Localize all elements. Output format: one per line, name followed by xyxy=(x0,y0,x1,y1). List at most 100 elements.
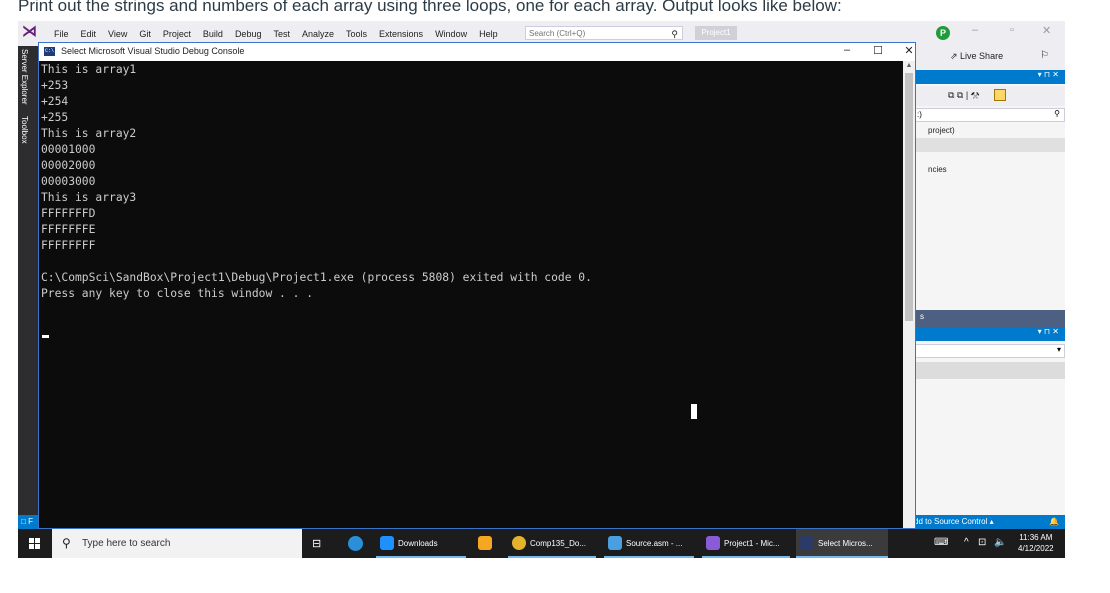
menu-item-extensions[interactable]: Extensions xyxy=(373,29,429,39)
screenshot: ⋊ File Edit View Git Project Build Debug… xyxy=(18,21,1065,558)
console-scrollbar[interactable]: ▲ xyxy=(903,61,915,528)
solution-selected-row[interactable] xyxy=(914,138,1065,152)
console-line: +253 xyxy=(41,79,69,92)
project-title-badge: Project1 xyxy=(695,26,737,40)
console-line: FFFFFFFD xyxy=(41,207,96,220)
server-explorer-tab[interactable]: Server Explorer xyxy=(20,49,29,105)
menu-item-help[interactable]: Help xyxy=(473,29,504,39)
console-line: This is array3 xyxy=(41,191,137,204)
visual-studio-icon xyxy=(706,536,720,550)
notepad-icon xyxy=(608,536,622,550)
console-line: 00003000 xyxy=(41,175,96,188)
solution-explorer-header: ▾ ⊓ ✕ xyxy=(914,70,1065,84)
properties-pane: ▾ ⊓ ✕ ▾ xyxy=(914,327,1065,515)
menu-item-project[interactable]: Project xyxy=(157,29,197,39)
menu-item-test[interactable]: Test xyxy=(267,29,296,39)
live-share-bar: ⇗ Live Share ⚐ xyxy=(914,46,1065,69)
notification-bell-icon[interactable]: 🔔 xyxy=(1049,515,1059,529)
console-line: FFFFFFFE xyxy=(41,223,96,236)
status-right: dd to Source Control ▴ 🔔 xyxy=(914,515,1065,529)
console-title-bar[interactable]: C:\ Select Microsoft Visual Studio Debug… xyxy=(39,43,915,61)
console-line: This is array1 xyxy=(41,63,137,76)
scrollbar-thumb[interactable] xyxy=(905,73,913,321)
taskbar-app-console[interactable]: Select Micros... xyxy=(796,529,888,558)
taskbar-search-input[interactable]: ⚲ Type here to search xyxy=(52,529,302,558)
menu-item-build[interactable]: Build xyxy=(197,29,229,39)
mouse-ibeam-cursor xyxy=(691,404,697,419)
dependencies-item[interactable]: ncies xyxy=(928,165,947,174)
menu-item-view[interactable]: View xyxy=(102,29,133,39)
running-indicator xyxy=(604,556,694,558)
menu-item-window[interactable]: Window xyxy=(429,29,473,39)
pane-splitter-tab[interactable]: s xyxy=(914,310,1065,327)
running-indicator xyxy=(508,556,596,558)
solution-item[interactable]: project) xyxy=(928,126,955,135)
network-icon[interactable]: ⊡ xyxy=(978,537,986,548)
status-left-icon: □ xyxy=(21,517,26,526)
properties-selected-row[interactable] xyxy=(914,362,1065,379)
volume-icon[interactable]: 🔈 xyxy=(994,537,1006,548)
close-icon[interactable]: ✕ xyxy=(899,44,919,57)
taskbar-clock[interactable]: 11:36 AM 4/12/2022 xyxy=(1018,532,1054,554)
taskbar-search-placeholder: Type here to search xyxy=(82,538,171,549)
taskbar-app-visual-studio[interactable]: Project1 - Mic... xyxy=(702,529,790,558)
search-icon: ⚲ xyxy=(62,536,71,550)
clock-time: 11:36 AM xyxy=(1019,533,1053,542)
download-icon xyxy=(380,536,394,550)
menu-item-analyze[interactable]: Analyze xyxy=(296,29,340,39)
vs-restore-icon[interactable]: ▫ xyxy=(1010,24,1014,36)
live-share-label: Live Share xyxy=(960,51,1004,61)
properties-icon[interactable] xyxy=(994,89,1006,101)
menu-item-tools[interactable]: Tools xyxy=(340,29,373,39)
taskbar-app-downloads[interactable]: Downloads xyxy=(376,529,466,558)
feedback-icon[interactable]: ⚐ xyxy=(1040,50,1049,61)
search-icon: ⚲ xyxy=(671,29,678,39)
status-left-text: F xyxy=(28,517,33,526)
vs-close-icon[interactable]: ✕ xyxy=(1042,24,1051,37)
solution-toolbar: ⧉ ⧉ | ⚒ xyxy=(914,86,1065,106)
store-icon xyxy=(478,536,492,550)
running-indicator xyxy=(376,556,466,558)
console-line: 00002000 xyxy=(41,159,96,172)
console-line: 00001000 xyxy=(41,143,96,156)
chrome-icon xyxy=(512,536,526,550)
vs-minimize-icon[interactable]: – xyxy=(972,24,978,36)
taskbar-app-label: Select Micros... xyxy=(818,539,873,548)
avatar[interactable]: P xyxy=(936,26,950,40)
running-indicator xyxy=(796,556,888,558)
source-control-button[interactable]: dd to Source Control ▴ xyxy=(914,517,994,526)
keyboard-icon[interactable]: ⌨ xyxy=(934,537,948,548)
task-view-icon[interactable]: ⊟ xyxy=(312,537,321,558)
start-button[interactable] xyxy=(18,529,52,558)
taskbar-app-store[interactable] xyxy=(474,529,502,558)
menu-item-debug[interactable]: Debug xyxy=(229,29,268,39)
live-share-button[interactable]: ⇗ Live Share xyxy=(950,51,1003,62)
properties-dropdown[interactable]: ▾ xyxy=(914,344,1065,358)
scroll-up-icon[interactable]: ▲ xyxy=(903,61,915,71)
debug-console-window[interactable]: C:\ Select Microsoft Visual Studio Debug… xyxy=(38,42,916,529)
edge-icon[interactable] xyxy=(348,536,363,551)
chevron-up-icon[interactable]: ^ xyxy=(964,537,969,548)
console-line: +255 xyxy=(41,111,69,124)
toolbar-icons[interactable]: ⧉ ⧉ | ⚒ xyxy=(948,90,979,101)
windows-logo-icon xyxy=(29,538,40,549)
vs-search-input[interactable]: Search (Ctrl+Q) ⚲ xyxy=(525,26,683,40)
menu-item-git[interactable]: Git xyxy=(133,29,157,39)
menu-item-edit[interactable]: Edit xyxy=(75,29,103,39)
minimize-icon[interactable]: – xyxy=(837,44,857,56)
menu-item-file[interactable]: File xyxy=(48,29,75,39)
text-cursor xyxy=(42,335,49,338)
source-control-label: dd to Source Control xyxy=(914,517,988,526)
maximize-icon[interactable]: ☐ xyxy=(868,44,888,57)
console-line: C:\CompSci\SandBox\Project1\Debug\Projec… xyxy=(41,271,592,284)
visual-studio-logo-icon: ⋊ xyxy=(22,23,37,40)
solution-search-input[interactable]: :) ⚲ xyxy=(914,108,1065,122)
pane-controls-icon[interactable]: ▾ ⊓ ✕ xyxy=(1038,327,1059,336)
pane-controls-icon[interactable]: ▾ ⊓ ✕ xyxy=(1038,70,1059,79)
toolbox-tab[interactable]: Toolbox xyxy=(20,116,29,144)
taskbar-app-chrome[interactable]: Comp135_Do... xyxy=(508,529,596,558)
clock-date: 4/12/2022 xyxy=(1018,544,1054,553)
left-tool-strip: Server Explorer Toolbox xyxy=(18,46,38,528)
taskbar-app-notepad[interactable]: Source.asm - ... xyxy=(604,529,694,558)
